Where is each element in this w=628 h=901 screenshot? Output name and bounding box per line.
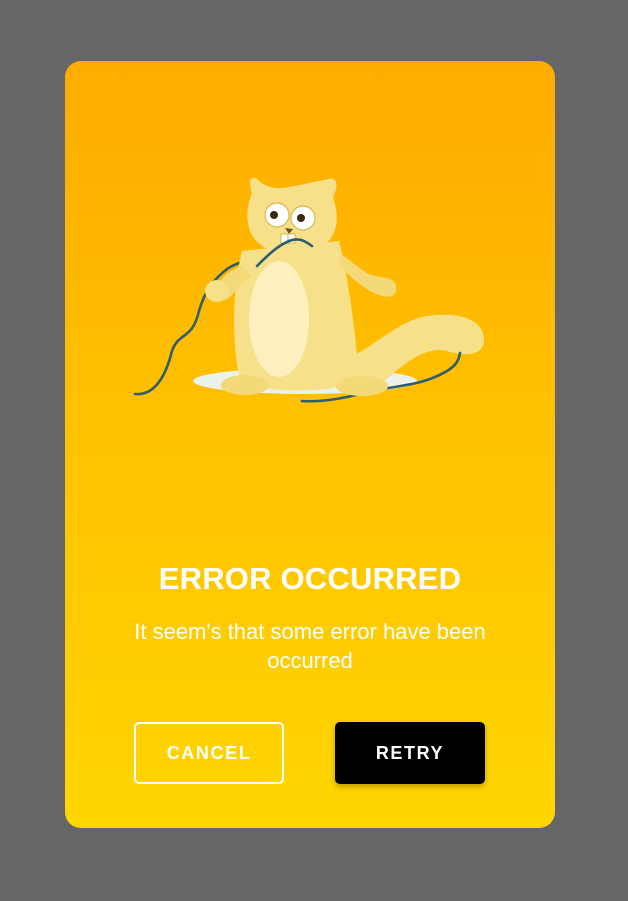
error-title: ERROR OCCURRED [158,561,462,596]
error-message: It seem's that some error have been occu… [134,619,486,673]
retry-button[interactable]: RETRY [335,722,485,784]
error-dialog: ERROR OCCURRED It seem's that some error… [65,61,555,828]
cancel-button[interactable]: CANCEL [134,722,284,784]
cat-chewing-cable-illustration [133,177,485,403]
